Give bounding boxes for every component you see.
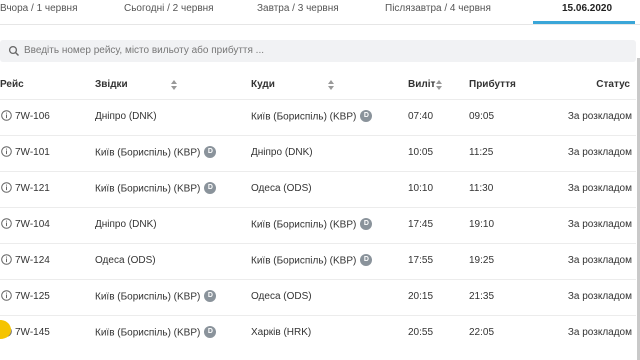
sort-icon[interactable] <box>171 80 177 90</box>
column-arrival[interactable]: Прибуття <box>469 79 516 90</box>
tab-tomorrow[interactable]: Завтра / 3 червня <box>257 3 339 14</box>
tab-selected-date[interactable]: 15.06.2020 <box>562 3 612 14</box>
flight-number: 7W-124 <box>15 255 50 266</box>
flight-number: 7W-104 <box>15 219 50 230</box>
chat-assistant-icon[interactable] <box>0 318 12 340</box>
origin: Київ (Бориспіль) (KBP) D <box>95 290 217 303</box>
destination: Дніпро (DNK) <box>251 147 313 158</box>
origin: Одеса (ODS) <box>95 255 156 266</box>
column-status[interactable]: Статус <box>596 79 630 90</box>
origin: Київ (Бориспіль) (KBP) D <box>95 326 217 339</box>
origin: Дніпро (DNK) <box>95 111 157 122</box>
table-row[interactable]: 7W-145 Київ (Бориспіль) (KBP) D Харків (H… <box>0 315 636 351</box>
destination: Одеса (ODS) <box>251 291 312 302</box>
table-row[interactable]: 7W-101 Київ (Бориспіль) (KBP) D Дніпро (D… <box>0 135 636 171</box>
arrival-time: 19:10 <box>469 219 495 230</box>
table-row[interactable]: 7W-104 Дніпро (DNK) Київ (Бориспіль) (KB… <box>0 207 636 243</box>
info-icon[interactable] <box>1 182 12 193</box>
tab-today[interactable]: Сьогодні / 2 червня <box>124 3 214 14</box>
flight-number: 7W-121 <box>15 183 50 194</box>
flight-number: 7W-101 <box>15 147 50 158</box>
flight-status: За розкладом <box>567 255 632 266</box>
origin: Київ (Бориспіль) (KBP) D <box>95 182 217 195</box>
destination: Харків (HRK) <box>251 327 312 338</box>
arrival-time: 22:05 <box>469 327 495 338</box>
column-flight[interactable]: Рейс <box>0 79 24 90</box>
arrival-time: 19:25 <box>469 255 495 266</box>
departure-time: 10:10 <box>408 183 434 194</box>
flight-search-field[interactable]: Введіть номер рейсу, місто вильоту або п… <box>0 40 636 62</box>
table-row[interactable]: 7W-106 Дніпро (DNK) Київ (Бориспіль) (KB… <box>0 99 636 135</box>
flight-status: За розкладом <box>567 111 632 122</box>
column-from[interactable]: Звідки <box>95 79 128 90</box>
departure-time: 17:45 <box>408 219 434 230</box>
info-icon[interactable] <box>1 110 12 121</box>
tab-day-after-tomorrow[interactable]: Післязавтра / 4 червня <box>385 3 491 14</box>
active-tab-indicator <box>533 21 635 24</box>
column-departure[interactable]: Виліт <box>408 79 435 90</box>
destination: Київ (Бориспіль) (KBP) D <box>251 218 373 231</box>
flight-number: 7W-145 <box>15 327 50 338</box>
destination: Київ (Бориспіль) (KBP) D <box>251 110 373 123</box>
arrival-time: 21:35 <box>469 291 495 302</box>
origin: Київ (Бориспіль) (KBP) D <box>95 146 217 159</box>
terminal-badge: D <box>204 326 217 338</box>
column-to[interactable]: Куди <box>251 79 275 90</box>
info-icon[interactable] <box>1 146 12 157</box>
departure-time: 17:55 <box>408 255 434 266</box>
departure-time: 07:40 <box>408 111 434 122</box>
table-header: Рейс Звідки Куди Виліт Прибуття Статус <box>0 76 640 96</box>
origin: Дніпро (DNK) <box>95 219 157 230</box>
table-row[interactable]: 7W-124 Одеса (ODS) Київ (Бориспіль) (KBP… <box>0 243 636 279</box>
flight-number: 7W-106 <box>15 111 50 122</box>
table-row[interactable]: 7W-121 Київ (Бориспіль) (KBP) D Одеса (OD… <box>0 171 636 207</box>
terminal-badge: D <box>204 290 217 302</box>
sort-icon[interactable] <box>436 80 442 90</box>
flight-number: 7W-125 <box>15 291 50 302</box>
flight-status: За розкладом <box>567 219 632 230</box>
arrival-time: 11:25 <box>469 147 494 158</box>
info-icon[interactable] <box>1 254 12 265</box>
sort-icon[interactable] <box>328 80 334 90</box>
terminal-badge: D <box>360 218 373 230</box>
terminal-badge: D <box>360 110 373 122</box>
departure-time: 20:15 <box>408 291 434 302</box>
search-placeholder: Введіть номер рейсу, місто вильоту або п… <box>24 45 265 56</box>
flight-status: За розкладом <box>567 327 632 338</box>
destination: Київ (Бориспіль) (KBP) D <box>251 254 373 267</box>
arrival-time: 09:05 <box>469 111 495 122</box>
date-tabs: Вчора / 1 червня Сьогодні / 2 червня Зав… <box>0 0 640 25</box>
departure-time: 20:55 <box>408 327 434 338</box>
flight-status: За розкладом <box>567 183 632 194</box>
search-icon <box>8 45 19 56</box>
flight-status: За розкладом <box>567 291 632 302</box>
table-row[interactable]: 7W-125 Київ (Бориспіль) (KBP) D Одеса (OD… <box>0 279 636 315</box>
info-icon[interactable] <box>1 218 12 229</box>
departure-time: 10:05 <box>408 147 434 158</box>
tab-yesterday[interactable]: Вчора / 1 червня <box>0 3 78 14</box>
terminal-badge: D <box>204 182 217 194</box>
flight-status: За розкладом <box>567 147 632 158</box>
arrival-time: 11:30 <box>469 183 494 194</box>
terminal-badge: D <box>204 146 217 158</box>
destination: Одеса (ODS) <box>251 183 312 194</box>
info-icon[interactable] <box>1 290 12 301</box>
terminal-badge: D <box>360 254 373 266</box>
